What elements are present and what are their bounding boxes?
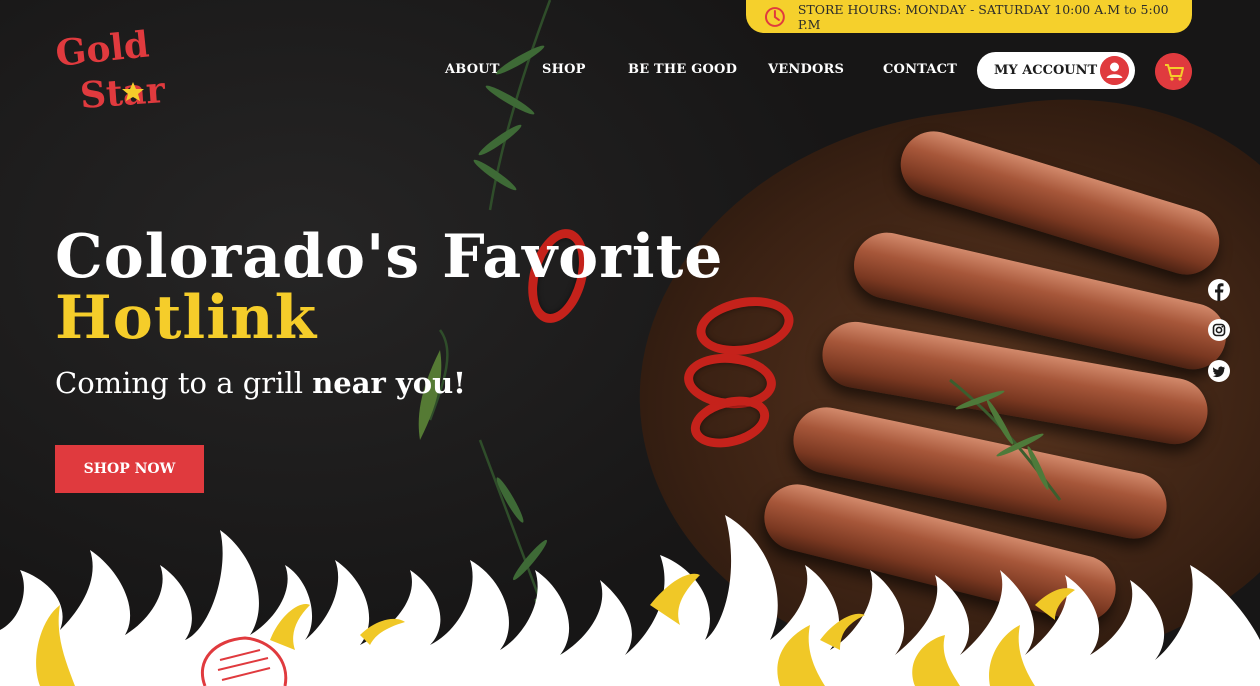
nav-shop[interactable]: SHOP [542,62,586,77]
svg-text:Gold: Gold [55,28,151,75]
my-account-label: MY ACCOUNT [994,63,1098,78]
clock-icon [764,6,785,27]
store-hours-text: STORE HOURS: MONDAY - SATURDAY 10:00 A.M… [797,1,1169,32]
user-icon [1100,56,1129,85]
flames-decoration [0,515,1260,686]
hero-subtitle: Coming to a grill near you! [55,366,466,400]
shop-now-button[interactable]: SHOP NOW [55,445,204,493]
cart-icon[interactable] [1155,53,1192,90]
rosemary-sprig-on-sausage-image [949,378,1062,501]
nav-about[interactable]: ABOUT [445,62,500,77]
nav-vendors[interactable]: VENDORS [768,62,844,77]
store-hours-banner: STORE HOURS: MONDAY - SATURDAY 10:00 A.M… [746,0,1192,33]
my-account-button[interactable]: MY ACCOUNT [977,52,1135,89]
facebook-icon[interactable] [1208,279,1230,301]
twitter-icon[interactable] [1208,360,1230,382]
instagram-icon[interactable] [1208,319,1230,341]
hero-title-line2: Hotlink [55,283,318,353]
gold-star-logo[interactable]: Gold Star [55,28,170,116]
svg-text:Star: Star [79,69,168,116]
nav-be-the-good[interactable]: BE THE GOOD [628,62,737,77]
nav-contact[interactable]: CONTACT [883,62,957,77]
hero-title-line1: Colorado's Favorite [55,222,724,292]
hero-subtitle-bold: near you! [312,366,466,400]
hero-subtitle-prefix: Coming to a grill [55,366,313,400]
